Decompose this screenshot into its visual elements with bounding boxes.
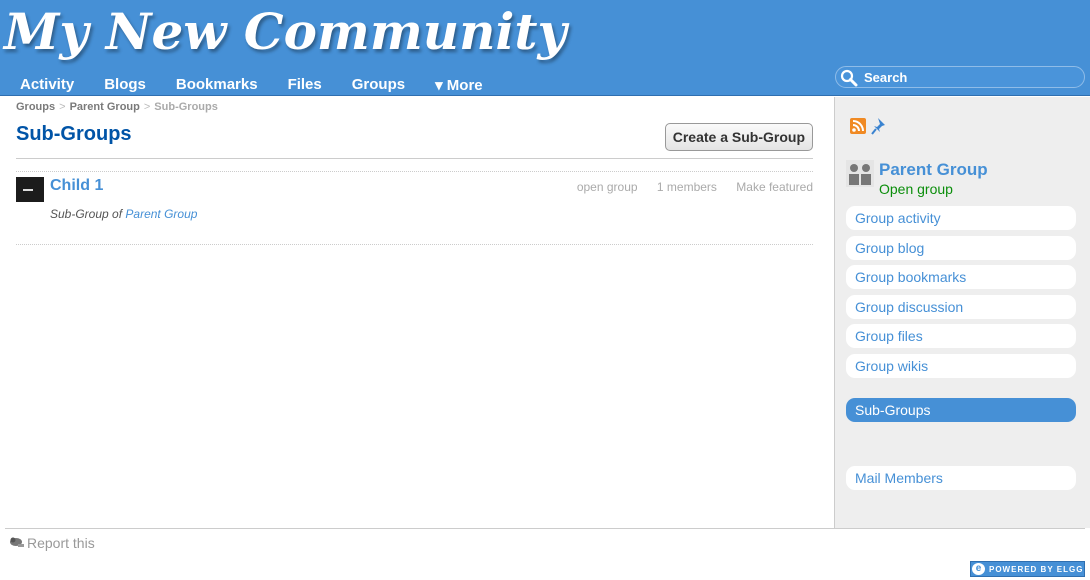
- make-featured-link[interactable]: Make featured: [736, 180, 813, 194]
- nav-item-files[interactable]: Files: [288, 76, 322, 94]
- owner-group-status: Open group: [879, 181, 953, 197]
- breadcrumb-parent-group[interactable]: Parent Group: [70, 101, 140, 113]
- list-item: Child 1 open group 1 members Make featur…: [16, 172, 813, 245]
- report-label: Report this: [27, 535, 95, 551]
- search-icon: [840, 69, 858, 87]
- menu-item-group-discussion[interactable]: Group discussion: [846, 294, 1076, 319]
- group-avatar-icon[interactable]: [846, 160, 874, 187]
- subtitle-prefix: Sub-Group of: [50, 207, 123, 221]
- nav-item-bookmarks[interactable]: Bookmarks: [176, 76, 258, 94]
- group-menu: Group activity Group blog Group bookmark…: [846, 206, 1076, 383]
- search-input[interactable]: [864, 68, 1079, 86]
- subgroups-menu: Sub-Groups: [846, 398, 1076, 428]
- powered-by-elgg-badge[interactable]: e POWERED BY ELGG: [970, 561, 1085, 577]
- footer-divider: [5, 528, 1085, 529]
- main-nav: Activity Blogs Bookmarks Files Groups ▾ …: [20, 76, 513, 94]
- breadcrumb-groups[interactable]: Groups: [16, 101, 55, 113]
- breadcrumb-separator: >: [59, 101, 66, 113]
- rss-icon[interactable]: [850, 118, 866, 134]
- subgroup-list: Child 1 open group 1 members Make featur…: [16, 171, 813, 245]
- nav-item-blogs[interactable]: Blogs: [104, 76, 146, 94]
- main-content: Groups > Parent Group > Sub-Groups Sub-Group…: [16, 97, 813, 245]
- owner-group-name[interactable]: Parent Group: [879, 160, 988, 180]
- menu-item-group-blog[interactable]: Group blog: [846, 235, 1076, 260]
- item-title-link[interactable]: Child 1: [50, 177, 103, 195]
- breadcrumb: Groups > Parent Group > Sub-Groups: [16, 101, 813, 113]
- create-subgroup-button[interactable]: Create a Sub-Group: [664, 123, 813, 151]
- item-members: 1 members: [656, 180, 717, 194]
- breadcrumb-separator: >: [143, 101, 151, 113]
- report-icon: [10, 537, 24, 547]
- powered-by-label: POWERED BY ELGG: [989, 565, 1084, 574]
- item-meta: open group 1 members Make featured: [561, 180, 813, 194]
- menu-item-group-activity[interactable]: Group activity: [846, 206, 1076, 230]
- menu-item-group-bookmarks[interactable]: Group bookmarks: [846, 265, 1076, 289]
- menu-item-sub-groups[interactable]: Sub-Groups: [846, 398, 1076, 422]
- breadcrumb-current: Sub-Groups: [154, 101, 218, 113]
- item-subtitle: Sub-Group of Parent Group: [50, 207, 197, 221]
- group-avatar-icon[interactable]: [16, 177, 44, 202]
- site-title[interactable]: My New Community: [4, 2, 567, 61]
- search-box: [835, 66, 1085, 88]
- pin-icon[interactable]: [870, 116, 888, 136]
- menu-item-mail-members[interactable]: Mail Members: [846, 466, 1076, 490]
- topbar: My New Community Activity Blogs Bookmark…: [0, 0, 1090, 96]
- sidebar: Parent Group Open group Group activity G…: [834, 97, 1090, 528]
- title-row: Sub-Groups Create a Sub-Group: [16, 113, 813, 159]
- report-link[interactable]: Report this: [8, 535, 95, 551]
- menu-item-group-wikis[interactable]: Group wikis: [846, 353, 1076, 378]
- nav-item-activity[interactable]: Activity: [20, 76, 74, 94]
- menu-item-group-files[interactable]: Group files: [846, 324, 1076, 348]
- page-title: Sub-Groups: [16, 123, 132, 145]
- extras-menu: Mail Members: [846, 466, 1076, 496]
- elgg-logo-icon: e: [972, 563, 985, 575]
- item-status: open group: [576, 180, 638, 194]
- nav-item-groups[interactable]: Groups: [352, 76, 405, 94]
- parent-group-link[interactable]: Parent Group: [125, 207, 197, 221]
- nav-item-more[interactable]: ▾ More: [435, 76, 483, 94]
